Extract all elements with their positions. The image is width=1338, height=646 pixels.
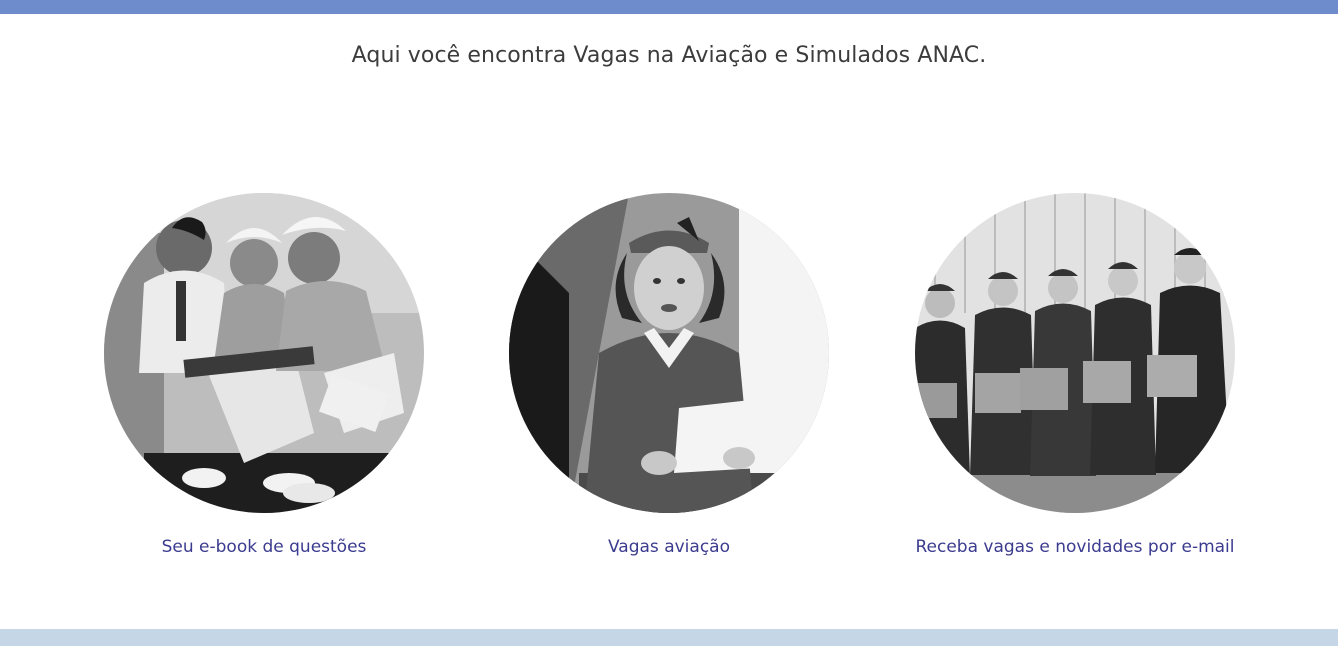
jobs-photo-link[interactable] — [509, 193, 829, 513]
ebook-link[interactable]: Seu e-book de questões — [44, 537, 484, 557]
stewardess-reading-photo — [509, 193, 829, 513]
stewardesses-group-photo — [915, 193, 1235, 513]
stewardesses-studying-photo — [104, 193, 424, 513]
newsletter-photo-link[interactable] — [915, 193, 1235, 513]
card-jobs: Vagas aviação — [509, 193, 829, 557]
page-headline: Aqui você encontra Vagas na Aviação e Si… — [351, 43, 987, 68]
top-accent-bar — [0, 0, 1338, 14]
jobs-link[interactable]: Vagas aviação — [449, 537, 889, 557]
bottom-accent-bar — [0, 629, 1338, 646]
newsletter-link[interactable]: Receba vagas e novidades por e-mail — [855, 537, 1295, 557]
card-newsletter: Receba vagas e novidades por e-mail — [915, 193, 1235, 557]
ebook-photo-link[interactable] — [104, 193, 424, 513]
card-ebook: Seu e-book de questões — [104, 193, 424, 557]
